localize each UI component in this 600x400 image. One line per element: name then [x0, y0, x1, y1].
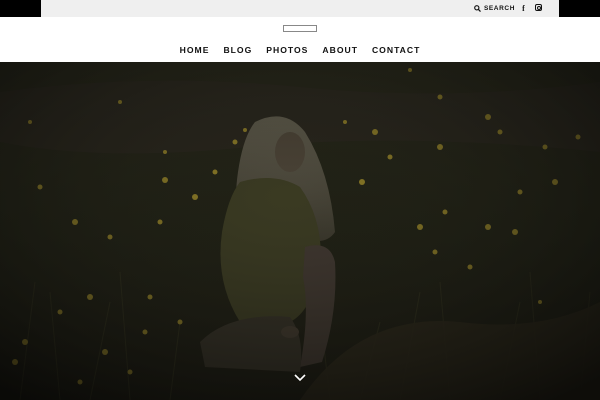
- chevron-down-icon[interactable]: [292, 372, 308, 384]
- hero-image: [0, 62, 600, 400]
- main-navigation: HOME BLOG PHOTOS ABOUT CONTACT: [0, 45, 600, 55]
- search-label: SEARCH: [483, 5, 515, 12]
- nav-item-photos[interactable]: PHOTOS: [266, 45, 308, 55]
- nav-item-contact[interactable]: CONTACT: [372, 45, 420, 55]
- search-icon: [474, 5, 481, 12]
- nav-item-home[interactable]: HOME: [180, 45, 210, 55]
- nav-item-about[interactable]: ABOUT: [322, 45, 358, 55]
- search-button[interactable]: SEARCH: [474, 3, 515, 14]
- hero-photo: [0, 62, 600, 400]
- site-header: HOME BLOG PHOTOS ABOUT CONTACT: [0, 17, 600, 62]
- site-logo[interactable]: [283, 25, 317, 32]
- nav-item-blog[interactable]: BLOG: [223, 45, 252, 55]
- top-utility-bar: SEARCH f: [41, 0, 559, 17]
- instagram-icon[interactable]: [535, 4, 542, 11]
- facebook-icon[interactable]: f: [520, 3, 527, 14]
